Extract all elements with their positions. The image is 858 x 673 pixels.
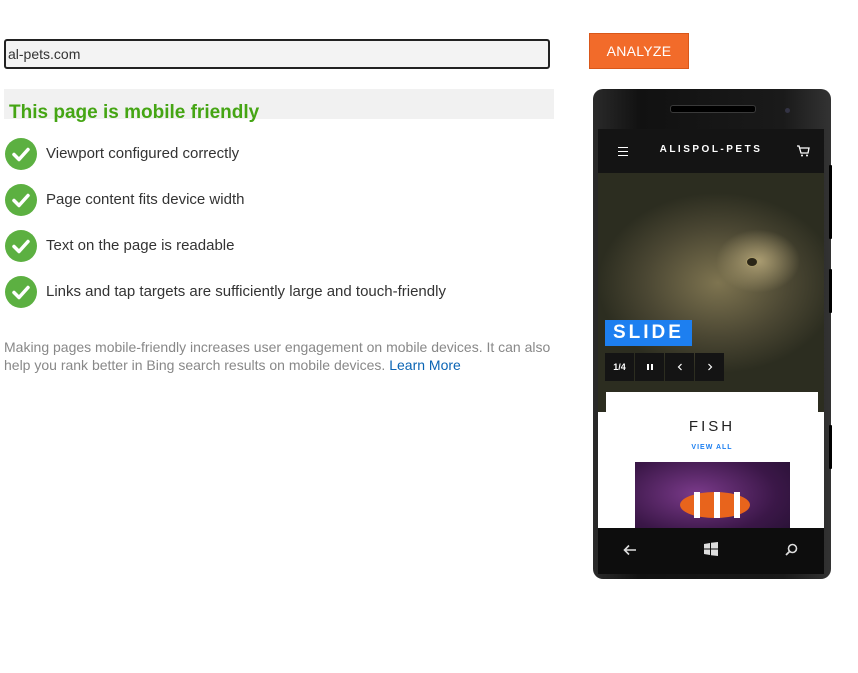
check-icon (5, 230, 37, 262)
chevron-left-icon (665, 353, 694, 381)
analyze-button[interactable]: ANALYZE (589, 33, 689, 69)
check-label: Viewport configured correctly (46, 145, 240, 162)
category-link: VIEW ALL (691, 444, 733, 451)
pause-icon (635, 353, 664, 381)
windows-logo-icon (704, 542, 718, 556)
phone-screen: ALISPOL-PETS SLIDE 1/4 FISH VIEW ALL (598, 129, 824, 528)
phone-speaker (670, 105, 756, 113)
url-input[interactable] (4, 39, 550, 69)
hero-eye (746, 257, 758, 267)
search-icon (785, 543, 798, 556)
back-arrow-icon (623, 544, 636, 556)
info-note: Making pages mobile-friendly increases u… (4, 338, 564, 374)
hero-image: SLIDE 1/4 (598, 173, 824, 412)
phone-camera (785, 108, 790, 113)
category-card: FISH VIEW ALL (606, 392, 818, 528)
learn-more-link[interactable]: Learn More (389, 357, 461, 373)
phone-side-button (829, 425, 832, 469)
check-icon (5, 184, 37, 216)
cart-icon (797, 145, 810, 157)
site-title: ALISPOL-PETS (659, 144, 763, 155)
fish-shape (680, 492, 750, 518)
fish-image (635, 462, 790, 528)
slide-controls: 1/4 (605, 353, 725, 381)
phone-preview: ALISPOL-PETS SLIDE 1/4 FISH VIEW ALL (593, 89, 832, 579)
result-banner: This page is mobile friendly (4, 89, 554, 123)
check-icon (5, 138, 37, 170)
phone-side-button (829, 165, 832, 239)
result-title: This page is mobile friendly (9, 102, 260, 123)
check-label: Links and tap targets are sufficiently l… (46, 283, 446, 300)
slide-counter: 1/4 (605, 353, 634, 381)
site-header: ALISPOL-PETS (598, 129, 824, 173)
category-title: FISH (688, 418, 736, 435)
chevron-right-icon (695, 353, 724, 381)
info-note-text: Making pages mobile-friendly increases u… (4, 339, 551, 373)
phone-side-button (829, 269, 832, 313)
check-label: Page content fits device width (46, 191, 245, 208)
check-label: Text on the page is readable (46, 237, 235, 254)
slide-label: SLIDE (605, 320, 692, 346)
phone-nav-bar (598, 528, 824, 574)
check-icon (5, 276, 37, 308)
